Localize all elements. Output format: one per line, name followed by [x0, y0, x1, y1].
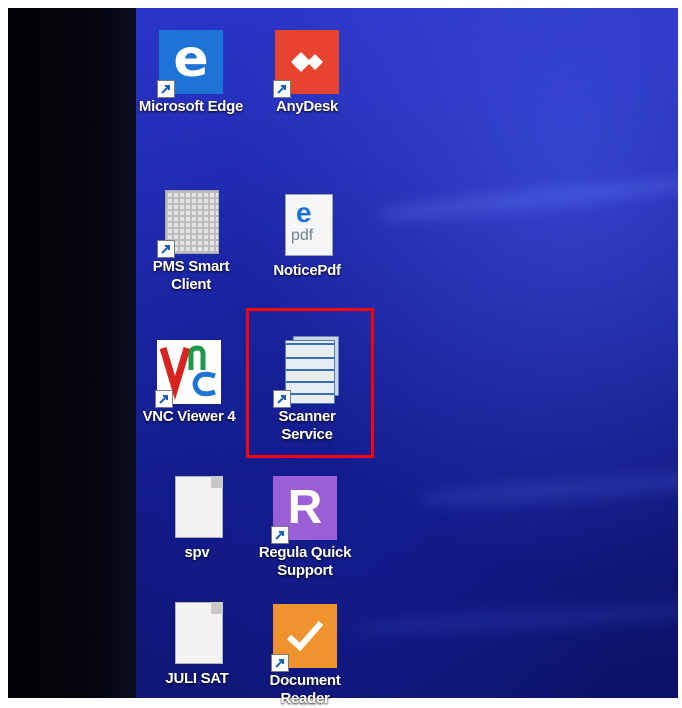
desktop-icon-juli-sat[interactable]: JULI SAT — [142, 602, 252, 688]
shortcut-arrow-icon — [271, 654, 289, 672]
desktop-icon-noticepdf[interactable]: e pdf NoticePdf — [252, 194, 362, 280]
icon-label: Microsoft Edge — [138, 98, 244, 115]
target-highlight-box — [246, 308, 374, 458]
blank-document-icon — [175, 602, 223, 664]
icon-label: spv — [184, 544, 210, 561]
blank-document-icon — [175, 476, 223, 538]
light-streak — [375, 171, 678, 227]
shortcut-arrow-icon — [273, 80, 291, 98]
shortcut-arrow-icon — [271, 526, 289, 544]
desktop-icon-pms-smart-client[interactable]: PMS Smart Client — [136, 190, 246, 294]
monitor-bezel — [8, 8, 136, 698]
icon-label: VNC Viewer 4 — [142, 408, 236, 425]
shortcut-arrow-icon — [157, 240, 175, 258]
icon-label: AnyDesk — [275, 98, 339, 115]
icon-label: PMS Smart Client — [152, 258, 230, 293]
desktop-icon-vnc-viewer[interactable]: VNC Viewer 4 — [134, 340, 244, 426]
desktop-icon-regula-quick-support[interactable]: R Regula Quick Support — [250, 476, 360, 580]
light-streak — [415, 467, 678, 511]
desktop-icon-document-reader[interactable]: Document Reader — [250, 604, 360, 708]
edge-pdf-icon: e pdf — [285, 194, 333, 256]
light-streak — [355, 598, 678, 640]
icon-label: Document Reader — [269, 672, 341, 707]
icon-label: Regula Quick Support — [258, 544, 352, 579]
icon-label: NoticePdf — [273, 262, 341, 279]
shortcut-arrow-icon — [157, 80, 175, 98]
icon-label: JULI SAT — [165, 670, 229, 687]
desktop-icon-spv[interactable]: spv — [142, 476, 252, 562]
shortcut-arrow-icon — [155, 390, 173, 408]
desktop-icon-anydesk[interactable]: AnyDesk — [252, 30, 362, 116]
desktop-icon-microsoft-edge[interactable]: e Microsoft Edge — [136, 30, 246, 116]
